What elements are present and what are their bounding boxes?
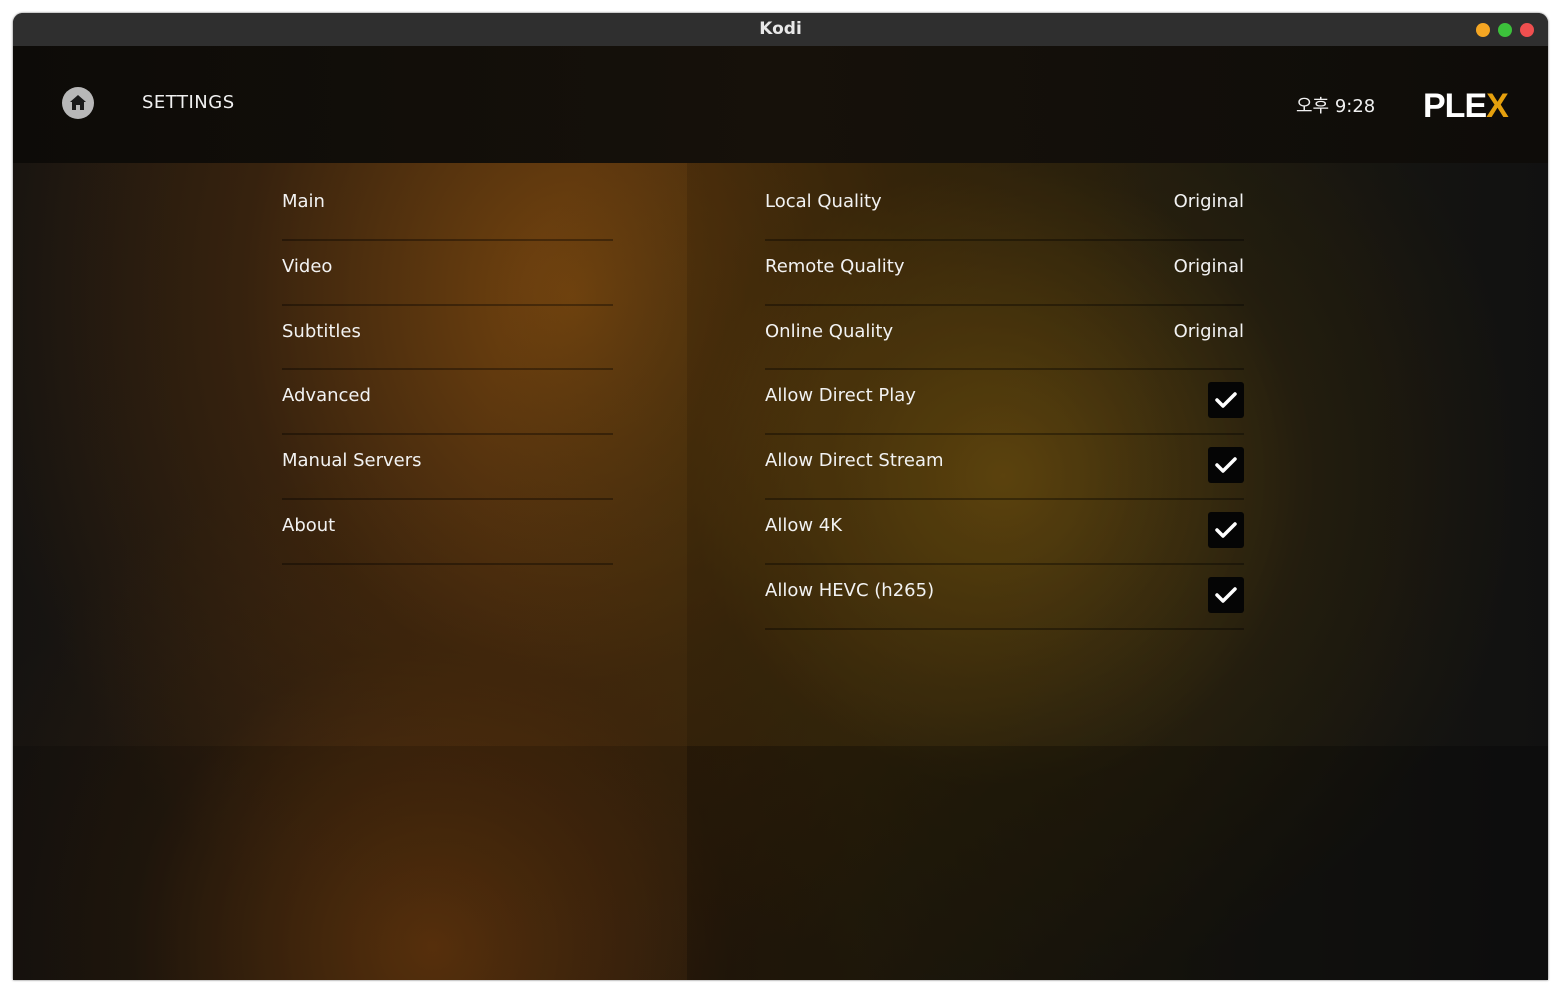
setting-allow-4k[interactable]: Allow 4K <box>765 500 1244 565</box>
nav-item-label: Subtitles <box>282 320 361 342</box>
logo-accent: X <box>1486 87 1509 125</box>
page-title: SETTINGS <box>142 92 235 113</box>
setting-label: Allow Direct Stream <box>765 450 944 472</box>
minimize-button[interactable] <box>1476 23 1490 37</box>
nav-item-subtitles[interactable]: Subtitles <box>282 306 613 371</box>
direct-stream-checkbox[interactable] <box>1208 447 1244 484</box>
checkmark-icon <box>1215 457 1237 473</box>
nav-item-manual-servers[interactable]: Manual Servers <box>282 435 613 500</box>
setting-label: Allow Direct Play <box>765 385 916 407</box>
setting-label: Online Quality <box>765 320 894 342</box>
setting-allow-hevc[interactable]: Allow HEVC (h265) <box>765 565 1244 630</box>
logo-main: PLE <box>1423 87 1487 125</box>
bottom-left-area <box>13 746 687 980</box>
allow-hevc-checkbox[interactable] <box>1208 576 1244 613</box>
setting-label: Allow 4K <box>765 514 843 536</box>
window-titlebar: Kodi <box>13 13 1548 46</box>
setting-label: Allow HEVC (h265) <box>765 579 935 601</box>
nav-item-label: Manual Servers <box>282 450 422 472</box>
setting-allow-direct-stream[interactable]: Allow Direct Stream <box>765 435 1244 500</box>
nav-item-video[interactable]: Video <box>282 241 613 306</box>
nav-item-about[interactable]: About <box>282 500 613 565</box>
setting-label: Local Quality <box>765 191 882 212</box>
kodi-window: Kodi SETTINGS 오후 9:28 PLEX Main Video Su… <box>13 13 1548 980</box>
nav-item-advanced[interactable]: Advanced <box>282 370 613 436</box>
nav-item-label: About <box>282 514 336 536</box>
setting-allow-direct-play[interactable]: Allow Direct Play <box>765 370 1244 436</box>
setting-online-quality[interactable]: Online Quality Original <box>765 306 1244 371</box>
direct-play-checkbox[interactable] <box>1208 382 1244 419</box>
setting-value: Original <box>1173 191 1244 212</box>
settings-nav: Main Video Subtitles Advanced Manual Ser… <box>282 176 613 565</box>
nav-item-label: Main <box>282 191 325 212</box>
setting-remote-quality[interactable]: Remote Quality Original <box>765 241 1244 306</box>
nav-item-label: Advanced <box>282 385 371 407</box>
setting-value: Original <box>1173 255 1244 277</box>
setting-local-quality[interactable]: Local Quality Original <box>765 176 1244 241</box>
app-area: SETTINGS 오후 9:28 PLEX Main Video Subtitl… <box>13 46 1548 980</box>
setting-label: Remote Quality <box>765 255 905 277</box>
setting-value: Original <box>1173 320 1244 342</box>
home-button[interactable] <box>62 87 94 119</box>
plex-logo: PLEX <box>1423 86 1509 126</box>
checkmark-icon <box>1215 587 1237 603</box>
window-title: Kodi <box>759 19 802 39</box>
nav-item-main[interactable]: Main <box>282 176 613 241</box>
top-bar: SETTINGS 오후 9:28 PLEX <box>13 46 1548 163</box>
bottom-right-area <box>687 746 1548 980</box>
home-icon <box>70 95 86 110</box>
clock: 오후 9:28 <box>1296 96 1376 117</box>
nav-item-label: Video <box>282 255 333 277</box>
checkmark-icon <box>1215 522 1237 538</box>
settings-list: Local Quality Original Remote Quality Or… <box>765 176 1244 630</box>
allow-4k-checkbox[interactable] <box>1208 511 1244 548</box>
checkmark-icon <box>1215 392 1237 409</box>
maximize-button[interactable] <box>1498 23 1512 37</box>
close-button[interactable] <box>1520 23 1534 37</box>
